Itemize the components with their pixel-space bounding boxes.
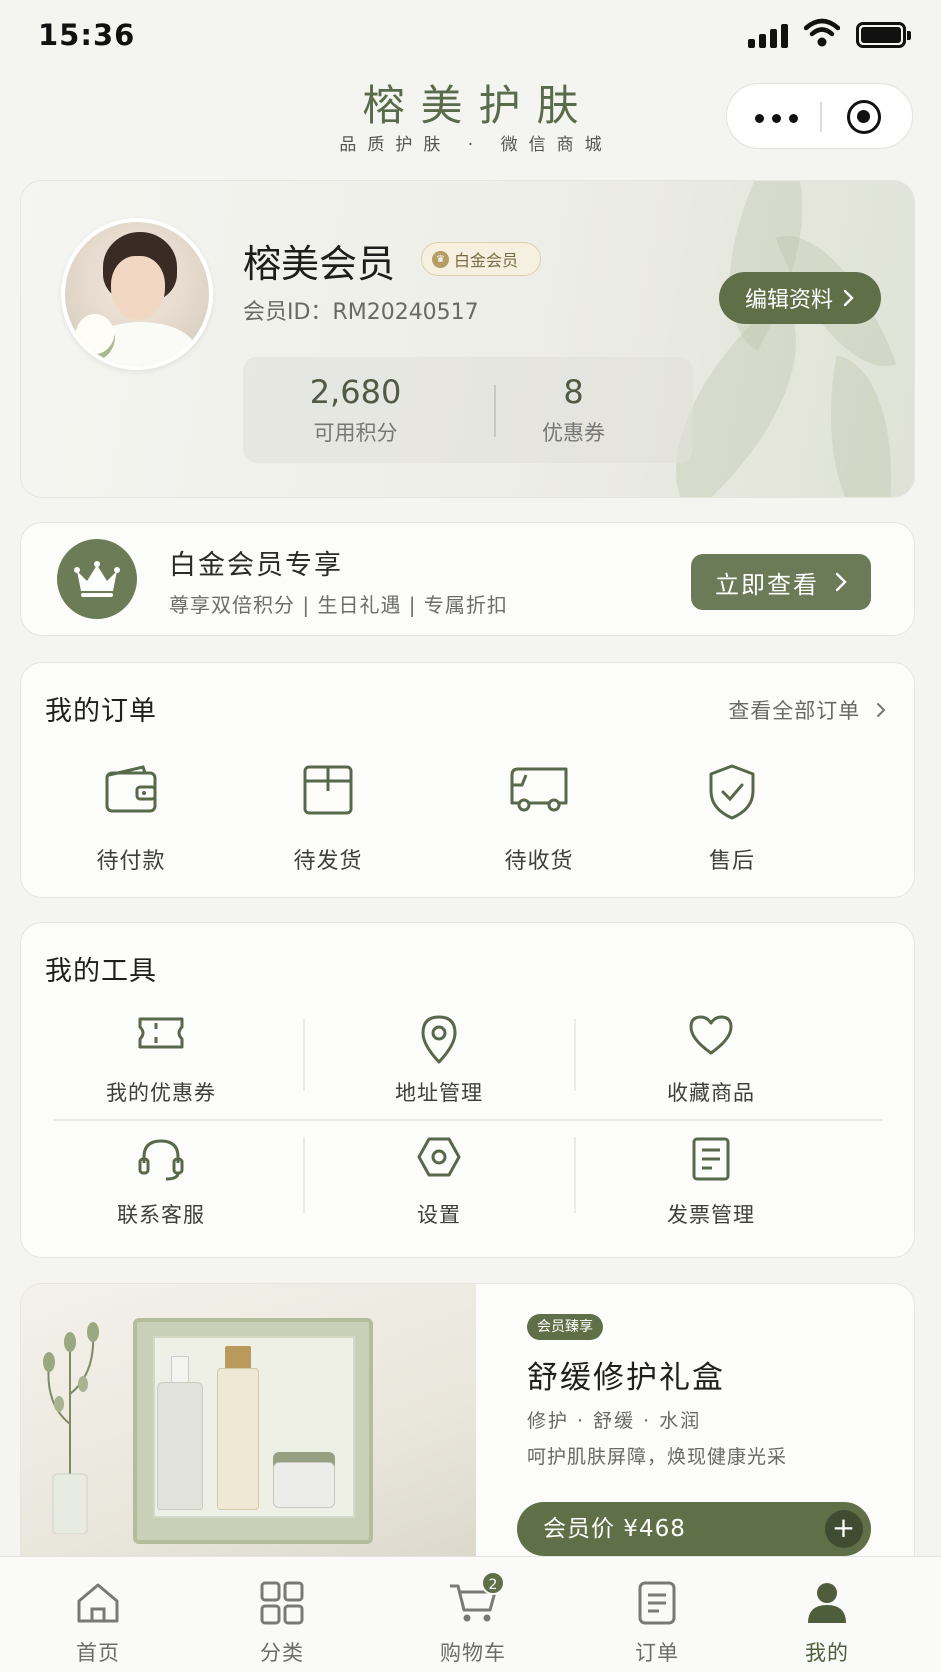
home-icon [38,1577,158,1629]
tab-orders[interactable]: 订单 [597,1577,717,1667]
package-icon [253,763,403,833]
tool-label: 联系客服 [117,1203,205,1227]
gift-box-product-image [21,1284,476,1583]
user-icon [767,1577,887,1629]
ticket-icon [16,1013,306,1071]
points-label: 可用积分 [313,421,398,445]
promo-title: 舒缓修护礼盒 [527,1360,725,1396]
crown-icon [57,539,137,619]
coupons-label: 优惠券 [542,421,605,445]
tab-bar: 首页 分类 2 购物车 订单 我的 [0,1556,941,1672]
tool-invoice[interactable]: 发票管理 [566,1135,856,1229]
order-item-label: 售后 [708,849,755,874]
plant-decoration [43,1322,99,1534]
tools-section: 我的工具 我的优惠券 地址管理 收藏商品 联系客服 设置 发票管理 [20,922,915,1258]
member-price-button[interactable]: 会员价 ¥468 + [517,1502,871,1556]
tab-label: 订单 [635,1641,679,1665]
tool-label: 我的优惠券 [106,1081,216,1105]
settings-hexagon-icon [294,1135,584,1193]
orders-section: 我的订单 查看全部订单 待付款 待发货 待收货 售后 [20,662,915,898]
tool-coupons[interactable]: 我的优惠券 [16,1013,306,1107]
tool-label: 地址管理 [395,1081,483,1105]
tool-label: 发票管理 [667,1203,755,1227]
order-item-label: 待发货 [293,849,363,874]
tab-label: 我的 [805,1641,849,1665]
headset-icon [16,1135,306,1193]
member-name: 榕美会员 [243,242,396,286]
tab-me[interactable]: 我的 [767,1577,887,1667]
promo-tag: 会员臻享 [527,1314,603,1340]
order-item-label: 待付款 [96,849,166,874]
view-all-orders-label: 查看全部订单 [728,699,861,723]
add-to-cart-icon[interactable]: + [825,1510,863,1548]
order-item-label: 待收货 [504,849,574,874]
tool-favorites[interactable]: 收藏商品 [566,1013,856,1107]
promo-card[interactable]: 会员臻享 舒缓修护礼盒 修护 · 舒缓 · 水润 呵护肌肤屏障，焕现健康光采 会… [20,1283,915,1583]
points-value: 2,680 [309,373,402,411]
member-level-label: 白金会员 [454,251,519,270]
order-doc-icon [597,1577,717,1629]
coupons-value: 8 [563,373,584,411]
view-now-label: 立即查看 [715,570,819,599]
cellular-signal-icon [748,24,792,48]
battery-icon [856,22,911,48]
truck-icon [464,763,614,833]
location-pin-icon [294,1013,584,1071]
heart-icon [566,1013,856,1071]
avatar[interactable] [61,218,213,370]
chevron-right-icon [843,289,854,307]
leaf-decoration [806,355,914,497]
tab-cart[interactable]: 2 购物车 [413,1571,533,1667]
tool-divider [53,1119,883,1121]
order-pending-payment[interactable]: 待付款 [56,763,206,875]
chevron-right-icon [877,703,886,717]
coupons-stat[interactable]: 8 优惠券 [461,373,686,447]
tab-category[interactable]: 分类 [222,1577,342,1667]
member-price: 会员价 ¥468 [543,1516,686,1542]
edit-profile-button[interactable]: 编辑资料 [719,272,881,324]
member-id: 会员ID：RM20240517 [243,300,479,325]
tool-customer-service[interactable]: 联系客服 [16,1135,306,1229]
tab-label: 分类 [260,1641,304,1665]
close-mini-program-icon[interactable] [847,100,881,134]
tool-label: 收藏商品 [667,1081,755,1105]
tool-address[interactable]: 地址管理 [294,1013,584,1107]
tool-settings[interactable]: 设置 [294,1135,584,1229]
tool-label: 设置 [417,1203,461,1227]
grid-icon [222,1577,342,1629]
view-now-button[interactable]: 立即查看 [691,554,871,610]
status-time: 15:36 [38,18,136,52]
order-pending-shipment[interactable]: 待发货 [253,763,403,875]
capsule-divider [820,102,822,132]
member-level-badge: ♛ 白金会员 [421,242,541,276]
vip-description: 尊享双倍积分 | 生日礼遇 | 专属折扣 [169,593,508,617]
promo-features: 修护 · 舒缓 · 水润 [527,1410,702,1432]
vip-title: 白金会员专享 [169,550,343,581]
tools-title: 我的工具 [45,956,157,987]
cart-icon: 2 [413,1571,533,1629]
vip-banner: 白金会员专享 尊享双倍积分 | 生日礼遇 | 专属折扣 立即查看 [20,522,915,636]
shield-check-icon [657,763,807,833]
status-bar: 15:36 [0,0,941,70]
points-stat[interactable]: 2,680 可用积分 [243,373,468,447]
promo-description: 呵护肌肤屏障，焕现健康光采 [527,1446,788,1468]
wifi-icon [804,18,840,47]
tab-label: 首页 [76,1641,120,1665]
mini-program-capsule [726,83,913,149]
more-icon[interactable] [755,114,799,123]
orders-title: 我的订单 [45,696,157,727]
invoice-icon [566,1135,856,1193]
cart-count-badge: 2 [481,1571,505,1595]
wallet-icon [56,763,206,833]
order-pending-receipt[interactable]: 待收货 [464,763,614,875]
edit-profile-label: 编辑资料 [744,288,833,313]
member-stats: 2,680 可用积分 8 优惠券 [243,357,693,463]
chevron-right-icon [835,572,847,592]
tab-label: 购物车 [440,1641,506,1665]
order-after-sales[interactable]: 售后 [657,763,807,875]
crown-badge-icon: ♛ [432,251,449,268]
view-all-orders-link[interactable]: 查看全部订单 [728,695,886,725]
profile-card: 榕美会员 ♛ 白金会员 会员ID：RM20240517 编辑资料 2,680 可… [20,180,915,498]
tab-home[interactable]: 首页 [38,1577,158,1667]
